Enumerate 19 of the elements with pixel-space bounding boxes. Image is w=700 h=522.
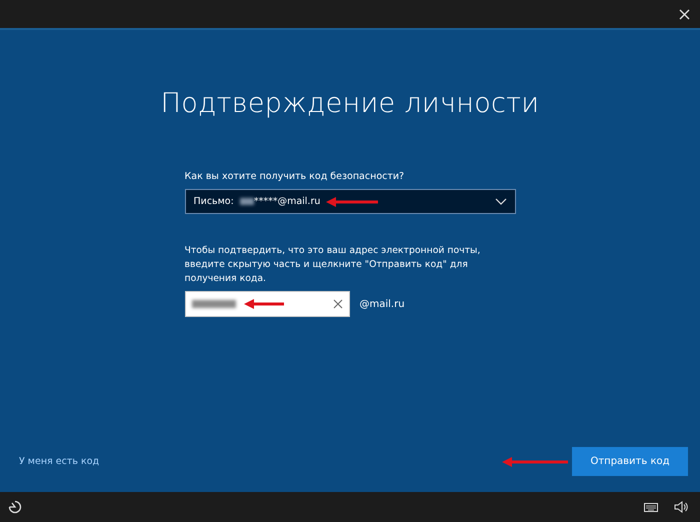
arrow-drawing [326, 196, 378, 206]
volume-icon[interactable] [674, 501, 688, 513]
blurred-text [192, 300, 236, 308]
page-title: Подтверждение личности [160, 88, 540, 119]
field-label: Как вы хотите получить код безопасности? [184, 171, 406, 182]
close-icon[interactable] [679, 8, 690, 20]
send-code-button[interactable]: Отправить код [572, 447, 688, 476]
clear-icon[interactable] [332, 299, 342, 309]
keyboard-icon[interactable] [644, 502, 658, 512]
arrow-drawing [502, 456, 568, 466]
have-code-link[interactable]: У меня есть код [19, 456, 100, 467]
email-domain: @mail.ru [360, 298, 405, 310]
instruction-text: Чтобы подтвердить, что это ваш адрес электронной почты, введите скрытую часть и щелкните "Отправить код" для получения кода. [184, 244, 482, 286]
method-dropdown[interactable]: Письмо: *****@mail.ru [184, 189, 516, 214]
chevron-icon [494, 198, 506, 205]
arrow-drawing [244, 299, 284, 309]
email-input[interactable] [184, 291, 350, 317]
blurred-text [240, 198, 254, 205]
accessibility-icon[interactable] [8, 500, 22, 514]
